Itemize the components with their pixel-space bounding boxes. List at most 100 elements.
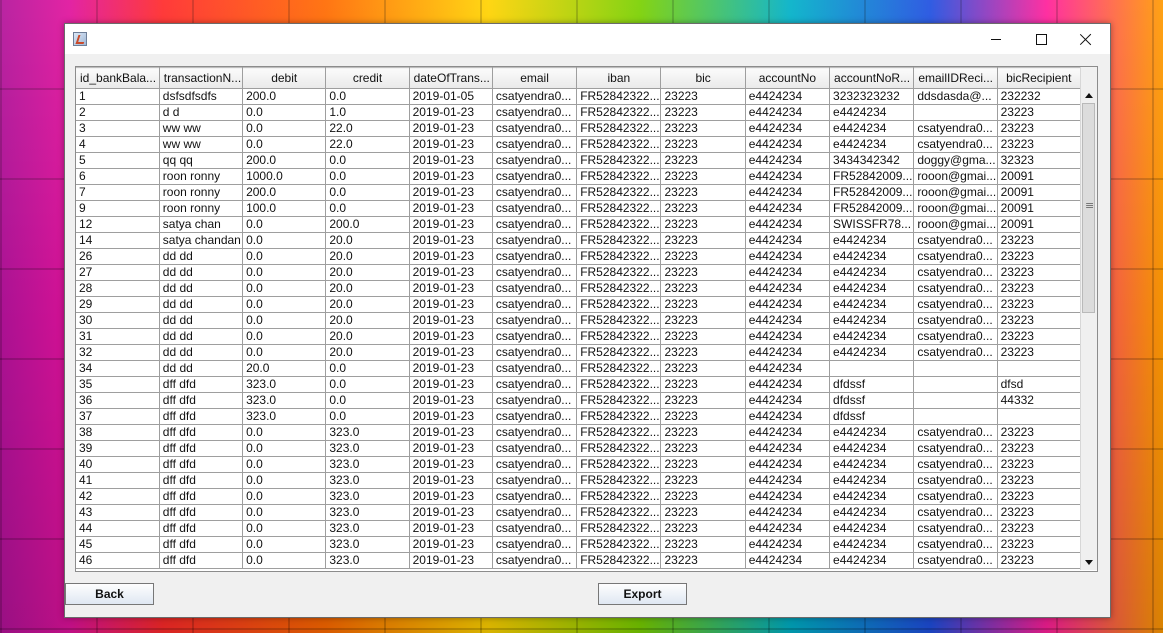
table-cell[interactable]: e4424234 xyxy=(829,456,915,473)
table-cell[interactable]: FR52842322... xyxy=(576,392,662,409)
table-row[interactable]: 46 dff dfd 0.0 323.0 2019-01-23 csatyendra0..… xyxy=(76,552,1082,569)
scroll-down-arrow-icon[interactable] xyxy=(1081,554,1097,570)
table-cell[interactable]: rooon@gmai... xyxy=(913,168,998,185)
table-cell[interactable]: 23223 xyxy=(660,120,746,137)
table-cell[interactable]: 20091 xyxy=(997,200,1082,217)
table-cell[interactable] xyxy=(997,360,1082,377)
table-cell[interactable]: 2019-01-23 xyxy=(409,552,493,569)
table-cell[interactable]: csatyendra0... xyxy=(492,296,578,313)
table-cell[interactable]: FR52842322... xyxy=(576,120,662,137)
table-cell[interactable]: 23223 xyxy=(660,200,746,217)
table-cell[interactable]: 2019-01-23 xyxy=(409,504,493,521)
table-cell[interactable]: 2019-01-23 xyxy=(409,152,493,169)
table-cell[interactable]: 23223 xyxy=(660,344,746,361)
table-cell[interactable]: 23223 xyxy=(997,296,1082,313)
table-cell[interactable]: csatyendra0... xyxy=(913,280,998,297)
table-cell[interactable]: csatyendra0... xyxy=(913,440,998,457)
table-row[interactable]: 30 dd dd 0.0 20.0 2019-01-23 csatyendra0... FR… xyxy=(76,312,1082,329)
table-row[interactable]: 44 dff dfd 0.0 323.0 2019-01-23 csatyendra0..… xyxy=(76,520,1082,537)
table-cell[interactable]: 323.0 xyxy=(325,488,410,505)
table-cell[interactable]: csatyendra0... xyxy=(913,296,998,313)
table-row[interactable]: 31 dd dd 0.0 20.0 2019-01-23 csatyendra0... FR… xyxy=(76,328,1082,345)
table-cell[interactable]: 2019-01-23 xyxy=(409,216,493,233)
table-cell[interactable]: 323.0 xyxy=(325,440,410,457)
table-cell[interactable]: e4424234 xyxy=(745,488,831,505)
table-row[interactable]: 1 dsfsdfsdfs 200.0 0.0 2019-01-05 csatyendra0… xyxy=(76,88,1082,105)
table-cell[interactable]: 323.0 xyxy=(325,456,410,473)
table-cell[interactable]: 20.0 xyxy=(325,264,410,281)
table-cell[interactable]: csatyendra0... xyxy=(492,488,578,505)
table-cell[interactable]: dd dd xyxy=(159,296,244,313)
table-cell[interactable]: FR52842009... xyxy=(829,200,915,217)
table-cell[interactable]: 23223 xyxy=(660,392,746,409)
table-cell[interactable]: 23223 xyxy=(997,232,1082,249)
table-cell[interactable]: 20.0 xyxy=(325,328,410,345)
table-cell[interactable]: 1.0 xyxy=(325,104,410,121)
table-cell[interactable]: 2019-01-23 xyxy=(409,232,493,249)
table-cell[interactable]: satya chandan xyxy=(159,232,244,249)
table-cell[interactable]: 23223 xyxy=(997,552,1082,569)
table-cell[interactable]: 2019-01-23 xyxy=(409,344,493,361)
table-cell[interactable]: rooon@gmai... xyxy=(913,200,998,217)
table-cell[interactable]: csatyendra0... xyxy=(492,216,578,233)
table-cell[interactable]: FR52842322... xyxy=(576,152,662,169)
table-cell[interactable]: 23223 xyxy=(660,88,746,105)
table-cell[interactable]: 2019-01-23 xyxy=(409,168,493,185)
table-cell[interactable]: 23223 xyxy=(660,488,746,505)
table-cell[interactable]: 23223 xyxy=(660,168,746,185)
table-cell[interactable]: 0.0 xyxy=(242,520,327,537)
table-cell[interactable]: csatyendra0... xyxy=(492,472,578,489)
table-cell[interactable]: 2019-01-23 xyxy=(409,488,493,505)
table-cell[interactable]: csatyendra0... xyxy=(492,392,578,409)
table-cell[interactable]: dsfsdfsdfs xyxy=(159,88,244,105)
table-cell[interactable]: e4424234 xyxy=(745,424,831,441)
table-cell[interactable] xyxy=(913,408,998,425)
table-cell[interactable]: 20091 xyxy=(997,168,1082,185)
table-cell[interactable]: 23223 xyxy=(660,456,746,473)
table-cell[interactable]: 23223 xyxy=(660,504,746,521)
table-cell[interactable]: FR52842009... xyxy=(829,184,915,201)
table-cell[interactable]: e4424234 xyxy=(745,232,831,249)
table-cell[interactable]: 2019-01-23 xyxy=(409,104,493,121)
table-row[interactable]: 14 satya chandan 0.0 20.0 2019-01-23 csatyend… xyxy=(76,232,1082,249)
column-header[interactable]: accountNo xyxy=(745,67,831,89)
table-cell[interactable]: e4424234 xyxy=(745,120,831,137)
table-cell[interactable]: csatyendra0... xyxy=(492,536,578,553)
table-cell[interactable]: FR52842322... xyxy=(576,536,662,553)
table-row[interactable]: 7 roon ronny 200.0 0.0 2019-01-23 csatyendra0… xyxy=(76,184,1082,201)
column-header[interactable]: email xyxy=(492,67,578,89)
table-cell[interactable]: d d xyxy=(159,104,244,121)
table-cell[interactable]: dff dfd xyxy=(159,504,244,521)
table-cell[interactable]: 0.0 xyxy=(242,504,327,521)
table-cell[interactable]: dff dfd xyxy=(159,440,244,457)
table-cell[interactable]: 200.0 xyxy=(325,216,410,233)
table-cell[interactable]: 0.0 xyxy=(325,200,410,217)
table-cell[interactable]: csatyendra0... xyxy=(492,456,578,473)
table-cell[interactable]: e4424234 xyxy=(829,120,915,137)
table-cell[interactable]: e4424234 xyxy=(829,104,915,121)
table-cell[interactable]: dd dd xyxy=(159,248,244,265)
table-cell[interactable]: roon ronny xyxy=(159,200,244,217)
table-cell[interactable]: e4424234 xyxy=(745,392,831,409)
table-cell[interactable]: csatyendra0... xyxy=(913,552,998,569)
close-button[interactable] xyxy=(1063,24,1109,54)
table-cell[interactable]: csatyendra0... xyxy=(913,504,998,521)
table-cell[interactable]: 45 xyxy=(76,536,160,553)
table-cell[interactable]: dff dfd xyxy=(159,488,244,505)
table-cell[interactable]: FR52842322... xyxy=(576,296,662,313)
table-cell[interactable]: 23223 xyxy=(997,488,1082,505)
table-cell[interactable]: 0.0 xyxy=(242,488,327,505)
table-cell[interactable]: csatyendra0... xyxy=(492,328,578,345)
table-cell[interactable]: e4424234 xyxy=(829,280,915,297)
table-cell[interactable]: 0.0 xyxy=(242,552,327,569)
table-cell[interactable]: 0.0 xyxy=(325,168,410,185)
table-cell[interactable]: e4424234 xyxy=(829,328,915,345)
table-cell[interactable]: FR52842322... xyxy=(576,88,662,105)
back-button[interactable]: Back xyxy=(65,583,154,605)
table-cell[interactable]: e4424234 xyxy=(745,360,831,377)
table-cell[interactable]: csatyendra0... xyxy=(492,344,578,361)
table-cell[interactable]: csatyendra0... xyxy=(913,232,998,249)
table-cell[interactable]: e4424234 xyxy=(829,536,915,553)
table-cell[interactable]: csatyendra0... xyxy=(913,536,998,553)
table-cell[interactable]: e4424234 xyxy=(745,264,831,281)
